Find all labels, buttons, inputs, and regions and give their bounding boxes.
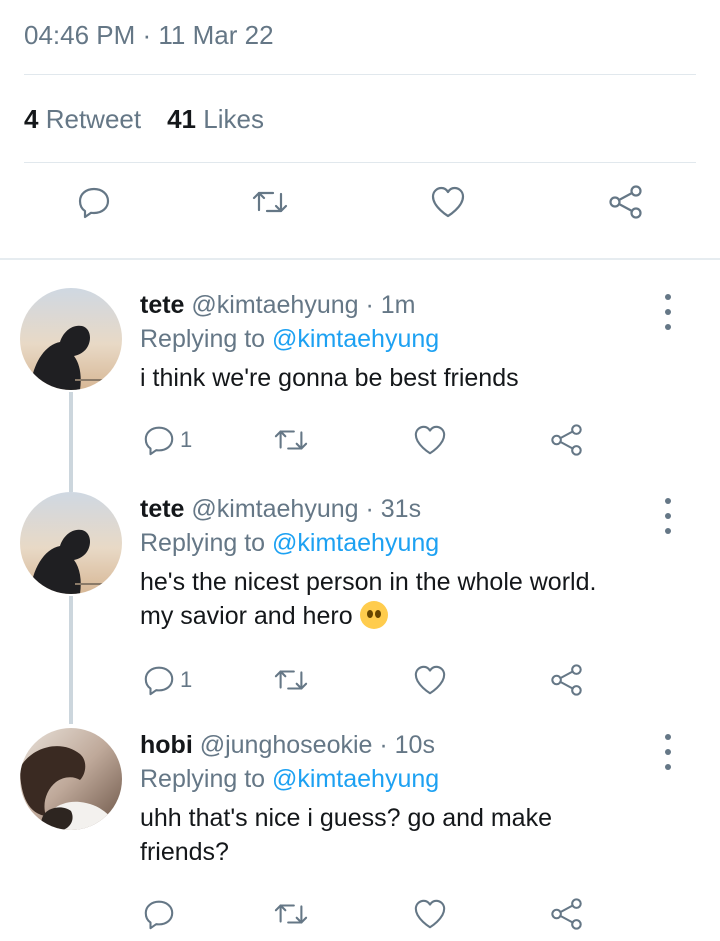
tweet-stats: 4 Retweet 41 Likes bbox=[24, 104, 264, 135]
replying-prefix: Replying to bbox=[140, 529, 266, 557]
reply-text-line: uhh that's nice i guess? go and make bbox=[140, 804, 552, 832]
handle-time: @kimtaehyung · 31s bbox=[191, 495, 422, 523]
share-button[interactable] bbox=[548, 418, 586, 462]
section-divider bbox=[0, 258, 720, 260]
reply-icon bbox=[144, 900, 174, 930]
display-name[interactable]: hobi bbox=[140, 731, 193, 759]
retweet-button[interactable] bbox=[272, 892, 310, 936]
pleading-face-emoji bbox=[359, 601, 388, 629]
share-icon bbox=[551, 664, 582, 696]
like-button[interactable] bbox=[426, 180, 470, 224]
reply-icon bbox=[144, 426, 174, 456]
more-icon bbox=[665, 734, 671, 740]
reply-header: tete @kimtaehyung · 1m bbox=[140, 288, 660, 322]
reply-text: i think we're gonna be best friends bbox=[140, 364, 519, 392]
tweet-timestamp: 04:46 PM · 11 Mar 22 bbox=[24, 20, 274, 50]
display-name[interactable]: tete bbox=[140, 291, 184, 319]
reply-button[interactable]: 1 bbox=[142, 658, 192, 702]
reply-text-line: friends? bbox=[140, 838, 229, 866]
avatar[interactable] bbox=[20, 492, 122, 594]
more-options-button[interactable] bbox=[656, 294, 680, 330]
replying-to: Replying to @kimtaehyung bbox=[140, 322, 660, 356]
reply-count: 1 bbox=[180, 667, 193, 692]
replying-prefix: Replying to bbox=[140, 325, 266, 353]
avatar-silhouette bbox=[30, 325, 122, 390]
reply-icon bbox=[78, 187, 110, 219]
reply-text: he's the nicest person in the whole worl… bbox=[140, 565, 660, 633]
like-icon bbox=[431, 186, 465, 218]
divider bbox=[24, 74, 696, 75]
avatar[interactable] bbox=[20, 728, 122, 830]
like-button[interactable] bbox=[412, 658, 448, 702]
likes-label: Likes bbox=[203, 104, 264, 134]
share-icon bbox=[551, 424, 582, 456]
like-icon bbox=[414, 425, 446, 455]
tweet-action-bar bbox=[0, 180, 720, 240]
share-icon bbox=[551, 898, 582, 930]
replying-to: Replying to @kimtaehyung bbox=[140, 762, 660, 796]
like-icon bbox=[414, 665, 446, 695]
divider bbox=[24, 162, 696, 163]
reply-action-bar bbox=[0, 892, 720, 936]
mention-link[interactable]: @kimtaehyung bbox=[272, 325, 439, 353]
reply-header: tete @kimtaehyung · 31s bbox=[140, 492, 660, 526]
reply-text-line2: my savior and hero bbox=[140, 602, 353, 630]
reply-text-line: he's the nicest person in the whole worl… bbox=[140, 568, 597, 596]
share-button[interactable] bbox=[548, 892, 586, 936]
retweet-icon bbox=[252, 191, 288, 213]
more-icon bbox=[665, 498, 671, 504]
like-count: 41 bbox=[167, 104, 197, 134]
avatar[interactable] bbox=[20, 288, 122, 390]
avatar-silhouette bbox=[30, 529, 122, 594]
more-icon bbox=[665, 294, 671, 300]
more-options-button[interactable] bbox=[656, 498, 680, 534]
handle-time: @junghoseokie · 10s bbox=[199, 731, 435, 759]
replying-prefix: Replying to bbox=[140, 765, 266, 793]
handle-time: @kimtaehyung · 1m bbox=[191, 291, 416, 319]
retweet-stat[interactable]: 4 Retweet bbox=[24, 104, 141, 134]
reply-count: 1 bbox=[180, 427, 193, 452]
more-options-button[interactable] bbox=[656, 734, 680, 770]
retweet-count: 4 bbox=[24, 104, 39, 134]
retweet-button[interactable] bbox=[248, 180, 292, 224]
retweet-button[interactable] bbox=[272, 418, 310, 462]
reply-action-bar: 1 bbox=[0, 658, 720, 702]
retweet-label: Retweet bbox=[45, 104, 142, 134]
share-icon bbox=[609, 185, 642, 219]
reply-button[interactable] bbox=[142, 892, 180, 936]
reply-action-bar: 1 bbox=[0, 418, 720, 462]
reply-text-line: my savior and hero bbox=[140, 599, 660, 633]
retweet-icon bbox=[274, 904, 308, 924]
like-button[interactable] bbox=[412, 418, 448, 462]
reply-header: hobi @junghoseokie · 10s bbox=[140, 728, 660, 762]
share-button[interactable] bbox=[604, 180, 648, 224]
retweet-button[interactable] bbox=[272, 658, 310, 702]
likes-stat[interactable]: 41 Likes bbox=[167, 104, 264, 134]
mention-link[interactable]: @kimtaehyung bbox=[272, 765, 439, 793]
share-button[interactable] bbox=[548, 658, 586, 702]
reply-text: uhh that's nice i guess? go and make fri… bbox=[140, 801, 660, 869]
like-button[interactable] bbox=[412, 892, 448, 936]
avatar-silhouette bbox=[20, 746, 120, 830]
reply-button[interactable]: 1 bbox=[142, 418, 192, 462]
reply-icon bbox=[144, 666, 174, 696]
mention-link[interactable]: @kimtaehyung bbox=[272, 529, 439, 557]
retweet-icon bbox=[274, 430, 308, 450]
like-icon bbox=[414, 899, 446, 929]
replying-to: Replying to @kimtaehyung bbox=[140, 526, 660, 560]
display-name[interactable]: tete bbox=[140, 495, 184, 523]
reply-button[interactable] bbox=[72, 180, 116, 224]
retweet-icon bbox=[274, 670, 308, 690]
